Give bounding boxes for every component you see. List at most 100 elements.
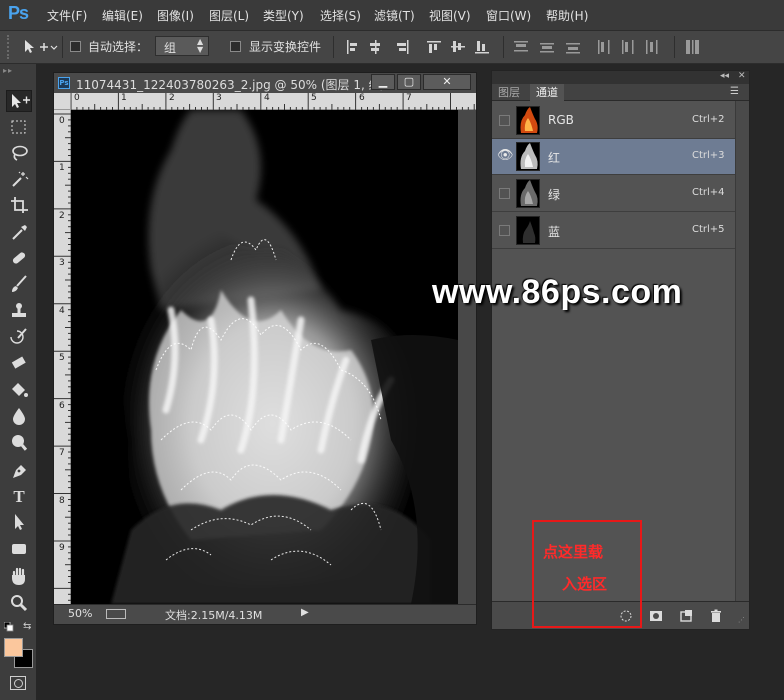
hand-tool-icon[interactable] [6,567,32,589]
tab-layers[interactable]: 图层 [492,84,526,101]
menu-select[interactable]: 选择(S) [320,7,361,24]
channel-row-rgb[interactable]: RGB Ctrl+2 [492,103,735,139]
options-separator [333,36,334,58]
panel-menu-icon[interactable]: ☰ [730,86,739,97]
pen-tool-icon[interactable] [6,460,32,482]
options-grip [7,35,17,59]
quick-mask-icon[interactable] [10,676,26,690]
foreground-color-swatch[interactable] [4,638,23,657]
ruler-top-label: 2 [169,93,175,103]
menu-edit[interactable]: 编辑(E) [102,7,143,24]
options-separator [62,36,63,58]
document-size: 文档:2.15M/4.13M [165,609,263,622]
tab-channels[interactable]: 通道 [530,84,564,101]
align-buttons-group[interactable] [345,39,495,55]
panel-tabs: 图层 通道 ☰ [492,84,749,101]
menu-help[interactable]: 帮助(H) [546,7,588,24]
panel-collapse-icon[interactable]: ◂◂ [720,71,729,81]
dodge-tool-icon[interactable] [6,432,32,454]
channel-row-green[interactable]: 绿 Ctrl+4 [492,176,735,212]
channel-visibility-checkbox[interactable] [499,188,510,199]
save-selection-as-channel-icon[interactable] [648,608,664,624]
move-tool-icon[interactable] [6,90,32,112]
paint-bucket-tool-icon[interactable] [6,380,32,402]
eyedropper-tool-icon[interactable] [6,222,32,244]
menu-file[interactable]: 文件(F) [47,7,87,24]
panel-scrollbar[interactable] [735,101,749,601]
horizontal-ruler-ticks [71,93,475,110]
channel-visibility-checkbox[interactable] [499,225,510,236]
channel-visibility-checkbox[interactable] [499,115,510,126]
panel-header-bar[interactable]: ◂◂ ✕ [492,71,749,84]
menu-view[interactable]: 视图(V) [429,7,471,24]
swap-colors-icon[interactable]: ⇆ [23,621,31,632]
image-canvas[interactable] [71,110,458,604]
options-separator [674,36,675,58]
ruler-left-label: 4 [59,306,65,316]
default-colors-icon[interactable] [3,621,14,632]
status-info-icon[interactable] [106,609,126,619]
zoom-level[interactable]: 50% [68,607,92,620]
panel-resize-grip[interactable]: ⋰ [738,616,746,624]
ruler-left-label: 5 [59,353,65,363]
auto-select-value: 组 [164,41,177,55]
history-brush-tool-icon[interactable] [6,327,32,349]
brush-tool-icon[interactable] [6,274,32,296]
delete-channel-icon[interactable] [708,608,724,624]
zoom-tool-icon[interactable] [6,593,32,615]
fire-image [71,110,458,604]
vertical-ruler[interactable]: 0 1 2 3 4 5 6 7 8 9 [54,110,71,605]
menu-bar: Ps 文件(F) 编辑(E) 图像(I) 图层(L) 类型(Y) 选择(S) 滤… [0,0,784,30]
menu-type[interactable]: 类型(Y) [263,7,304,24]
document-titlebar[interactable]: Ps 11074431_122403780263_2.jpg @ 50% (图层… [54,73,476,93]
channel-row-red[interactable]: 👁 红 Ctrl+3 [492,139,735,175]
auto-select-label: 自动选择： [88,40,149,54]
horizontal-ruler[interactable]: 0 1 2 3 4 5 6 7 [71,93,476,110]
ruler-left-label: 2 [59,211,65,221]
new-channel-icon[interactable] [678,608,694,624]
magic-wand-tool-icon[interactable] [6,169,32,191]
close-button[interactable]: ✕ [423,74,471,90]
healing-brush-tool-icon[interactable] [6,248,32,270]
status-bar: 50% 文档:2.15M/4.13M ▶ [54,604,476,624]
toolbar-collapse-icon[interactable]: ▸▸ [3,66,33,75]
distribute-buttons-group[interactable] [512,39,682,55]
channel-shortcut: Ctrl+2 [692,114,725,125]
move-tool-preset-icon[interactable] [22,37,58,57]
path-selection-tool-icon[interactable] [6,512,32,534]
ruler-top-label: 5 [311,93,317,103]
ruler-top-label: 4 [264,93,270,103]
minimize-button[interactable]: ▁ [371,74,395,90]
watermark: www.86ps.com [432,273,683,311]
marquee-tool-icon[interactable] [6,117,32,139]
menu-image[interactable]: 图像(I) [157,7,194,24]
options-bar: 自动选择： 组 ▲ ▼ 显示变换控件 [0,30,784,64]
ruler-top-label: 6 [359,93,365,103]
menu-layer[interactable]: 图层(L) [209,7,249,24]
blur-tool-icon[interactable] [6,406,32,428]
ruler-left-label: 8 [59,496,65,506]
panel-close-icon[interactable]: ✕ [738,71,746,81]
ruler-left-label: 3 [59,258,65,268]
lasso-tool-icon[interactable] [6,143,32,165]
show-transform-checkbox[interactable] [230,41,241,52]
channel-thumbnail-red [516,142,540,171]
rectangle-tool-icon[interactable] [6,539,32,561]
vertical-scrollbar[interactable] [458,110,476,605]
options-separator [503,36,504,58]
auto-select-checkbox[interactable] [70,41,81,52]
eraser-tool-icon[interactable] [6,353,32,375]
maximize-button[interactable]: ▢ [397,74,421,90]
auto-select-dropdown[interactable]: 组 ▲ ▼ [155,36,209,56]
auto-align-icon[interactable] [684,39,702,55]
type-tool-icon[interactable]: T [6,486,32,508]
status-menu-arrow-icon[interactable]: ▶ [301,607,309,618]
clone-stamp-tool-icon[interactable] [6,301,32,323]
crop-tool-icon[interactable] [6,195,32,217]
menu-filter[interactable]: 滤镜(T) [374,7,415,24]
ruler-top-label: 7 [406,93,412,103]
eye-visibility-icon[interactable]: 👁 [497,148,514,163]
channel-row-blue[interactable]: 蓝 Ctrl+5 [492,213,735,249]
ruler-left-label: 1 [59,163,65,173]
menu-window[interactable]: 窗口(W) [486,7,531,24]
